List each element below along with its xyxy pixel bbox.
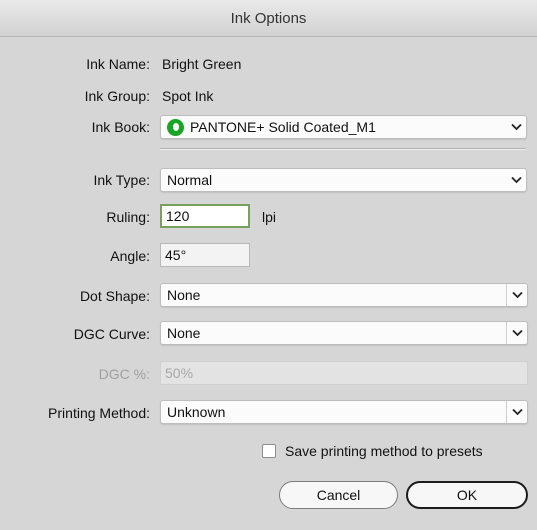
chevron-down-icon — [506, 169, 526, 191]
dot-shape-select[interactable]: None — [160, 283, 528, 307]
ink-type-label: Ink Type: — [93, 172, 150, 188]
ink-name-label: Ink Name: — [86, 56, 150, 72]
chevron-down-icon — [506, 116, 526, 138]
ink-options-dialog: Ink Options Ink Name: Bright Green Ink G… — [0, 0, 537, 530]
ruling-input[interactable] — [160, 204, 250, 228]
dgc-curve-select[interactable]: None — [160, 321, 528, 345]
pantone-icon — [167, 118, 184, 136]
section-divider — [160, 148, 526, 150]
dot-shape-label: Dot Shape: — [79, 288, 150, 304]
ruling-unit: lpi — [262, 209, 277, 225]
dgc-percent-input — [160, 361, 528, 385]
dgc-curve-value: None — [167, 325, 201, 341]
dgc-curve-label: DGC Curve: — [73, 326, 150, 342]
dot-shape-value: None — [167, 287, 201, 303]
ink-group-value: Spot Ink — [162, 88, 214, 104]
chevron-down-icon — [506, 322, 527, 344]
printing-method-value: Unknown — [167, 404, 226, 420]
printing-method-select[interactable]: Unknown — [160, 400, 528, 424]
save-presets-checkbox[interactable] — [262, 444, 276, 458]
angle-input[interactable] — [160, 243, 250, 267]
ink-book-value: PANTONE+ Solid Coated_M1 — [190, 119, 376, 135]
cancel-button[interactable]: Cancel — [279, 481, 398, 509]
save-presets-label[interactable]: Save printing method to presets — [285, 443, 483, 459]
chevron-down-icon — [506, 284, 527, 306]
ink-book-select[interactable]: PANTONE+ Solid Coated_M1 — [160, 115, 527, 139]
dgc-percent-label: DGC %: — [98, 366, 150, 382]
ink-name-value: Bright Green — [162, 56, 242, 72]
printing-method-label: Printing Method: — [48, 405, 150, 421]
ruling-label: Ruling: — [106, 209, 150, 225]
dialog-title: Ink Options — [230, 9, 307, 27]
ink-group-label: Ink Group: — [84, 88, 150, 104]
ink-type-select[interactable]: Normal — [160, 168, 527, 192]
chevron-down-icon — [506, 401, 527, 423]
ink-type-value: Normal — [167, 172, 213, 188]
angle-label: Angle: — [110, 248, 150, 264]
dialog-title-bar: Ink Options — [0, 0, 537, 37]
ok-button[interactable]: OK — [406, 481, 528, 509]
ink-book-label: Ink Book: — [91, 119, 150, 135]
